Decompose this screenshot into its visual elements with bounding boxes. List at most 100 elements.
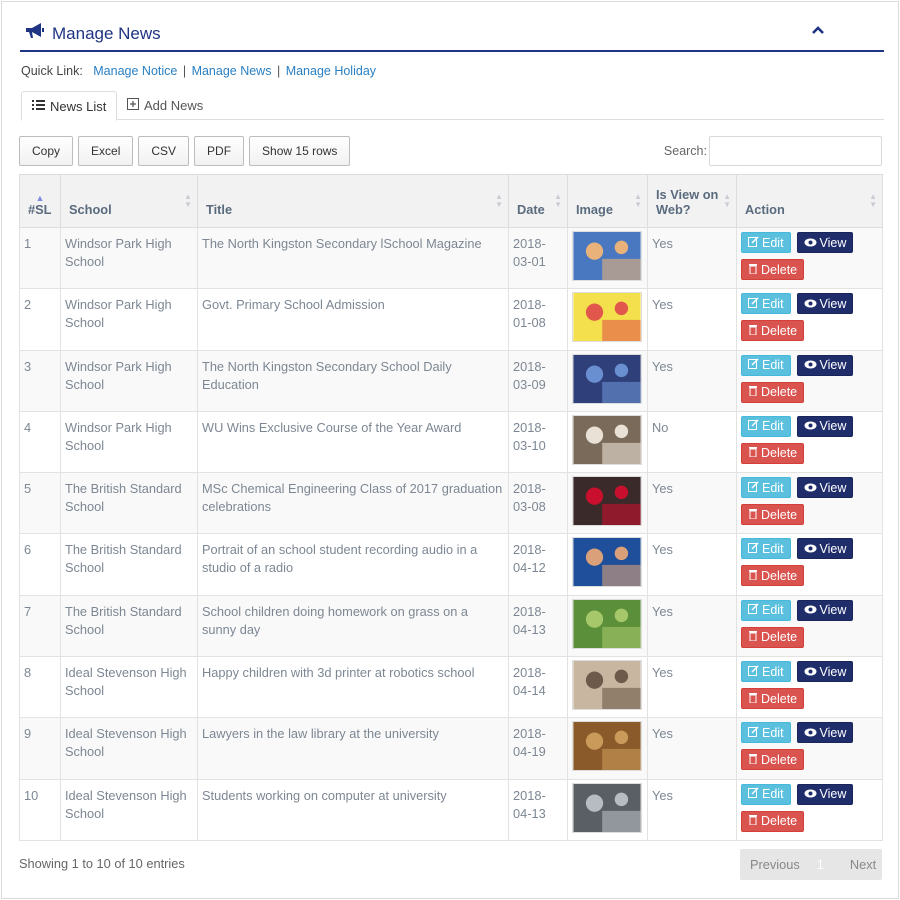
pdf-button[interactable]: PDF bbox=[194, 136, 245, 166]
cell-date: 2018-04-14 bbox=[508, 656, 568, 719]
page-title: Manage News bbox=[52, 23, 161, 43]
news-thumbnail[interactable] bbox=[572, 537, 642, 588]
news-thumbnail[interactable] bbox=[572, 231, 642, 281]
cell-sl: 8 bbox=[19, 656, 61, 719]
table-row: 2 Windsor Park High School Govt. Primary… bbox=[19, 288, 883, 351]
view-button[interactable]: View bbox=[796, 783, 854, 805]
tab-news-list[interactable]: News List bbox=[21, 91, 118, 121]
csv-button[interactable]: CSV bbox=[138, 136, 190, 166]
delete-button[interactable]: Delete bbox=[741, 688, 805, 710]
link-manage-holiday[interactable]: Manage Holiday bbox=[286, 64, 376, 78]
cell-sl: 7 bbox=[19, 594, 61, 658]
cell-image bbox=[567, 717, 648, 780]
cell-view-on-web: Yes bbox=[647, 288, 737, 351]
cell-school: Windsor Park High School bbox=[60, 349, 198, 412]
cell-school: Ideal Stevenson High School bbox=[60, 778, 198, 841]
tab-add-news[interactable]: Add News bbox=[117, 91, 213, 120]
view-button[interactable]: View bbox=[796, 354, 854, 376]
news-thumbnail[interactable] bbox=[572, 598, 642, 649]
column-header-school[interactable]: School ▲ ▼ bbox=[60, 174, 198, 228]
column-label: Title bbox=[206, 202, 233, 217]
edit-button[interactable]: Edit bbox=[741, 293, 791, 315]
view-button[interactable]: View bbox=[796, 293, 854, 315]
link-manage-notice[interactable]: Manage Notice bbox=[93, 64, 177, 78]
news-thumbnail[interactable] bbox=[572, 414, 642, 465]
cell-view-on-web: Yes bbox=[647, 533, 737, 596]
view-button[interactable]: View bbox=[796, 722, 854, 744]
news-thumbnail[interactable] bbox=[572, 660, 642, 711]
edit-button[interactable]: Edit bbox=[741, 599, 791, 621]
view-button[interactable]: View bbox=[796, 477, 854, 499]
column-header-view-on-web[interactable]: Is View on Web? ▲ ▼ bbox=[647, 174, 737, 228]
edit-icon bbox=[748, 724, 759, 742]
collapse-button[interactable] bbox=[808, 20, 828, 40]
export-buttons: Copy Excel CSV PDF Show 15 rows bbox=[19, 136, 351, 166]
news-thumbnail[interactable] bbox=[572, 476, 642, 527]
delete-button[interactable]: Delete bbox=[741, 749, 805, 771]
column-header-action[interactable]: Action ▲ ▼ bbox=[736, 174, 883, 228]
trash-icon bbox=[748, 690, 758, 708]
edit-button[interactable]: Edit bbox=[741, 783, 791, 805]
news-table: ▲ #SL School ▲ ▼ Title ▲ ▼ Date ▲ ▼ Image ▲… bbox=[19, 174, 883, 841]
column-header-sl[interactable]: ▲ #SL bbox=[19, 174, 61, 228]
cell-sl: 6 bbox=[19, 533, 61, 596]
edit-button[interactable]: Edit bbox=[741, 232, 791, 253]
copy-button[interactable]: Copy bbox=[19, 136, 74, 166]
column-label: Is View on Web? bbox=[656, 187, 719, 217]
link-manage-news[interactable]: Manage News bbox=[192, 64, 272, 78]
cell-sl: 3 bbox=[19, 349, 61, 412]
cell-title: Govt. Primary School Admission bbox=[197, 288, 509, 351]
delete-button[interactable]: Delete bbox=[741, 626, 805, 648]
link-separator: | bbox=[182, 64, 187, 78]
edit-button[interactable]: Edit bbox=[741, 722, 791, 744]
delete-button[interactable]: Delete bbox=[741, 810, 805, 832]
view-button[interactable]: View bbox=[796, 599, 854, 621]
view-button[interactable]: View bbox=[796, 415, 854, 437]
delete-button[interactable]: Delete bbox=[741, 259, 805, 280]
edit-button[interactable]: Edit bbox=[741, 538, 791, 560]
sort-icon: ▲ ▼ bbox=[634, 192, 642, 209]
news-thumbnail[interactable] bbox=[572, 721, 642, 772]
cell-title: Students working on computer at universi… bbox=[197, 778, 509, 841]
cell-title: The North Kingston Secondary lSchool Mag… bbox=[197, 226, 509, 290]
cell-title: The North Kingston Secondary School Dail… bbox=[197, 349, 509, 412]
cell-date: 2018-03-01 bbox=[508, 226, 568, 290]
delete-button[interactable]: Delete bbox=[741, 320, 805, 342]
edit-button[interactable]: Edit bbox=[741, 415, 791, 437]
cell-school: Windsor Park High School bbox=[60, 410, 198, 474]
cell-image bbox=[567, 410, 648, 474]
cell-view-on-web: No bbox=[647, 410, 737, 474]
trash-icon bbox=[748, 444, 758, 462]
news-thumbnail[interactable] bbox=[572, 782, 642, 833]
delete-button[interactable]: Delete bbox=[741, 565, 805, 587]
column-header-image[interactable]: Image ▲ ▼ bbox=[567, 174, 648, 228]
edit-icon bbox=[748, 601, 759, 619]
excel-button[interactable]: Excel bbox=[78, 136, 134, 166]
delete-button[interactable]: Delete bbox=[741, 442, 805, 464]
edit-button[interactable]: Edit bbox=[741, 477, 791, 499]
view-button[interactable]: View bbox=[796, 538, 854, 560]
cell-view-on-web: Yes bbox=[647, 778, 737, 841]
column-header-date[interactable]: Date ▲ ▼ bbox=[508, 174, 568, 228]
view-button[interactable]: View bbox=[796, 661, 854, 683]
tab-bar: News List Add News bbox=[21, 91, 884, 121]
page-1-button[interactable]: 1 bbox=[817, 857, 824, 872]
delete-button[interactable]: Delete bbox=[741, 381, 805, 403]
eye-icon bbox=[804, 785, 817, 803]
cell-sl: 10 bbox=[19, 778, 61, 841]
news-thumbnail[interactable] bbox=[572, 353, 642, 404]
edit-button[interactable]: Edit bbox=[741, 354, 791, 376]
search-input[interactable] bbox=[709, 136, 882, 166]
news-thumbnail[interactable] bbox=[572, 292, 642, 343]
show-rows-button[interactable]: Show 15 rows bbox=[249, 136, 351, 166]
edit-button[interactable]: Edit bbox=[741, 661, 791, 683]
cell-title: Lawyers in the law library at the univer… bbox=[197, 717, 509, 780]
eye-icon bbox=[804, 234, 817, 252]
column-header-title[interactable]: Title ▲ ▼ bbox=[197, 174, 509, 228]
delete-button[interactable]: Delete bbox=[741, 504, 805, 526]
view-button[interactable]: View bbox=[796, 232, 854, 253]
previous-button[interactable]: Previous bbox=[750, 857, 800, 872]
next-button[interactable]: Next bbox=[850, 857, 876, 872]
table-row: 8 Ideal Stevenson High School Happy chil… bbox=[19, 656, 883, 719]
sort-icon: ▲ ▼ bbox=[495, 192, 503, 209]
